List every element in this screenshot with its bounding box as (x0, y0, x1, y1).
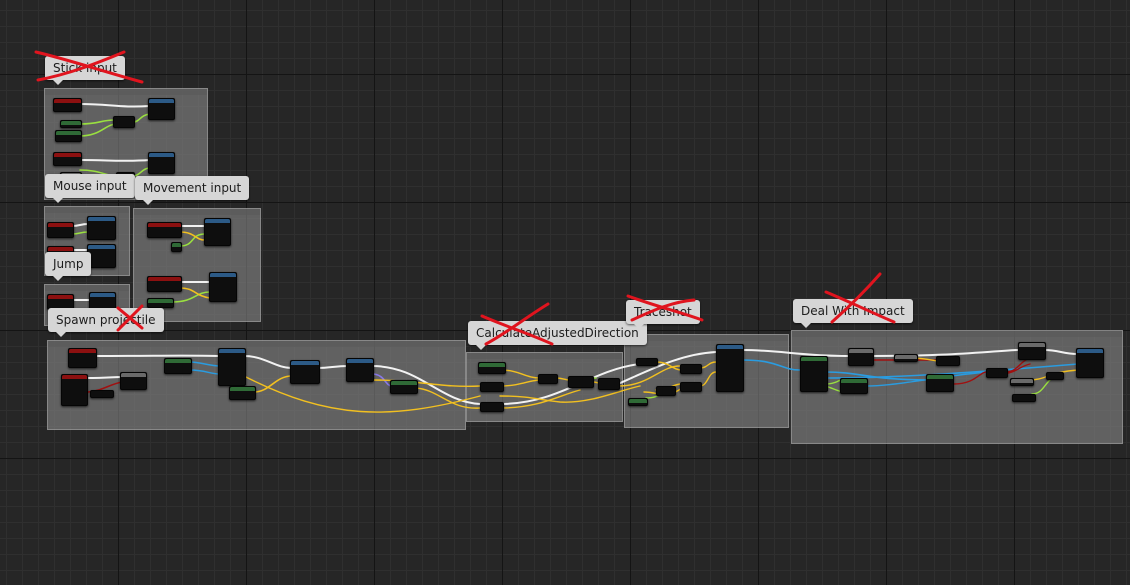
apply-damage-node[interactable] (1076, 348, 1104, 378)
math-node[interactable] (598, 378, 620, 390)
input-axis-event-node[interactable] (55, 130, 82, 142)
input-axis-event-node[interactable] (53, 98, 82, 112)
comment-box-traceshot[interactable] (624, 334, 789, 428)
input-axis-event-node[interactable] (147, 276, 182, 292)
variable-node[interactable] (1010, 378, 1034, 386)
comment-label-movement-input[interactable]: Movement input (135, 176, 250, 205)
function-call-node[interactable] (840, 378, 868, 394)
spawn-actor-node[interactable] (218, 348, 246, 386)
comment-box-header (45, 89, 207, 95)
comment-box-header (45, 207, 129, 213)
variable-node[interactable] (628, 398, 648, 406)
function-call-node[interactable] (290, 360, 320, 384)
comment-label-traceshot[interactable]: Traceshot (626, 300, 700, 329)
input-axis-event-node[interactable] (47, 222, 74, 238)
function-call-node[interactable] (171, 242, 182, 252)
comment-label-jump[interactable]: Jump (45, 252, 92, 281)
break-hit-result-node[interactable] (800, 356, 828, 392)
math-node[interactable] (656, 386, 676, 396)
math-node[interactable] (568, 376, 594, 388)
input-action-event-node[interactable] (68, 348, 97, 368)
math-node[interactable] (113, 116, 135, 128)
math-node[interactable] (680, 382, 702, 392)
variable-node[interactable] (147, 298, 174, 308)
variable-node[interactable] (480, 402, 504, 412)
function-call-node[interactable] (204, 218, 231, 246)
comment-box-header (134, 209, 260, 215)
math-node[interactable] (538, 374, 558, 384)
function-call-node[interactable] (209, 272, 237, 302)
line-trace-node[interactable] (716, 344, 744, 392)
variable-node[interactable] (636, 358, 658, 366)
variable-node[interactable] (894, 354, 918, 362)
comment-box-header (792, 331, 1122, 337)
function-call-node[interactable] (87, 216, 116, 240)
comment-box-header (45, 285, 129, 291)
struct-node[interactable] (390, 380, 418, 394)
branch-node[interactable] (848, 348, 874, 366)
input-axis-event-node[interactable] (147, 222, 182, 238)
comment-box-header (467, 353, 622, 359)
function-call-node[interactable] (148, 152, 175, 174)
variable-node[interactable] (1046, 372, 1064, 380)
function-call-node[interactable] (346, 358, 374, 382)
branch-node[interactable] (120, 372, 147, 390)
variable-node[interactable] (1012, 394, 1036, 402)
math-node[interactable] (680, 364, 702, 374)
and-boolean-node[interactable] (986, 368, 1008, 378)
custom-event-node[interactable] (61, 374, 88, 406)
vector-node[interactable] (229, 386, 256, 400)
get-actor-node[interactable] (164, 358, 192, 374)
math-node[interactable] (936, 356, 960, 366)
comment-box-header (625, 335, 788, 341)
comment-label-stick-input[interactable]: Stick input (45, 56, 125, 85)
comment-label-calculate-adjusted-direction[interactable]: CalculateAdjustedDirection (468, 321, 647, 350)
function-call-node[interactable] (1018, 342, 1046, 360)
variable-node[interactable] (480, 382, 504, 392)
input-axis-event-node[interactable] (53, 152, 82, 166)
comment-label-spawn-projectile[interactable]: Spawn projectile (48, 308, 164, 337)
comment-box-header (48, 341, 465, 347)
function-entry-node[interactable] (478, 362, 506, 374)
function-call-node[interactable] (926, 374, 954, 392)
function-call-node[interactable] (87, 244, 116, 268)
comment-label-mouse-input[interactable]: Mouse input (45, 174, 135, 203)
comment-label-deal-with-impact[interactable]: Deal With Impact (793, 299, 913, 328)
variable-node[interactable] (60, 120, 82, 128)
variable-node[interactable] (90, 390, 114, 398)
function-call-node[interactable] (148, 98, 175, 120)
